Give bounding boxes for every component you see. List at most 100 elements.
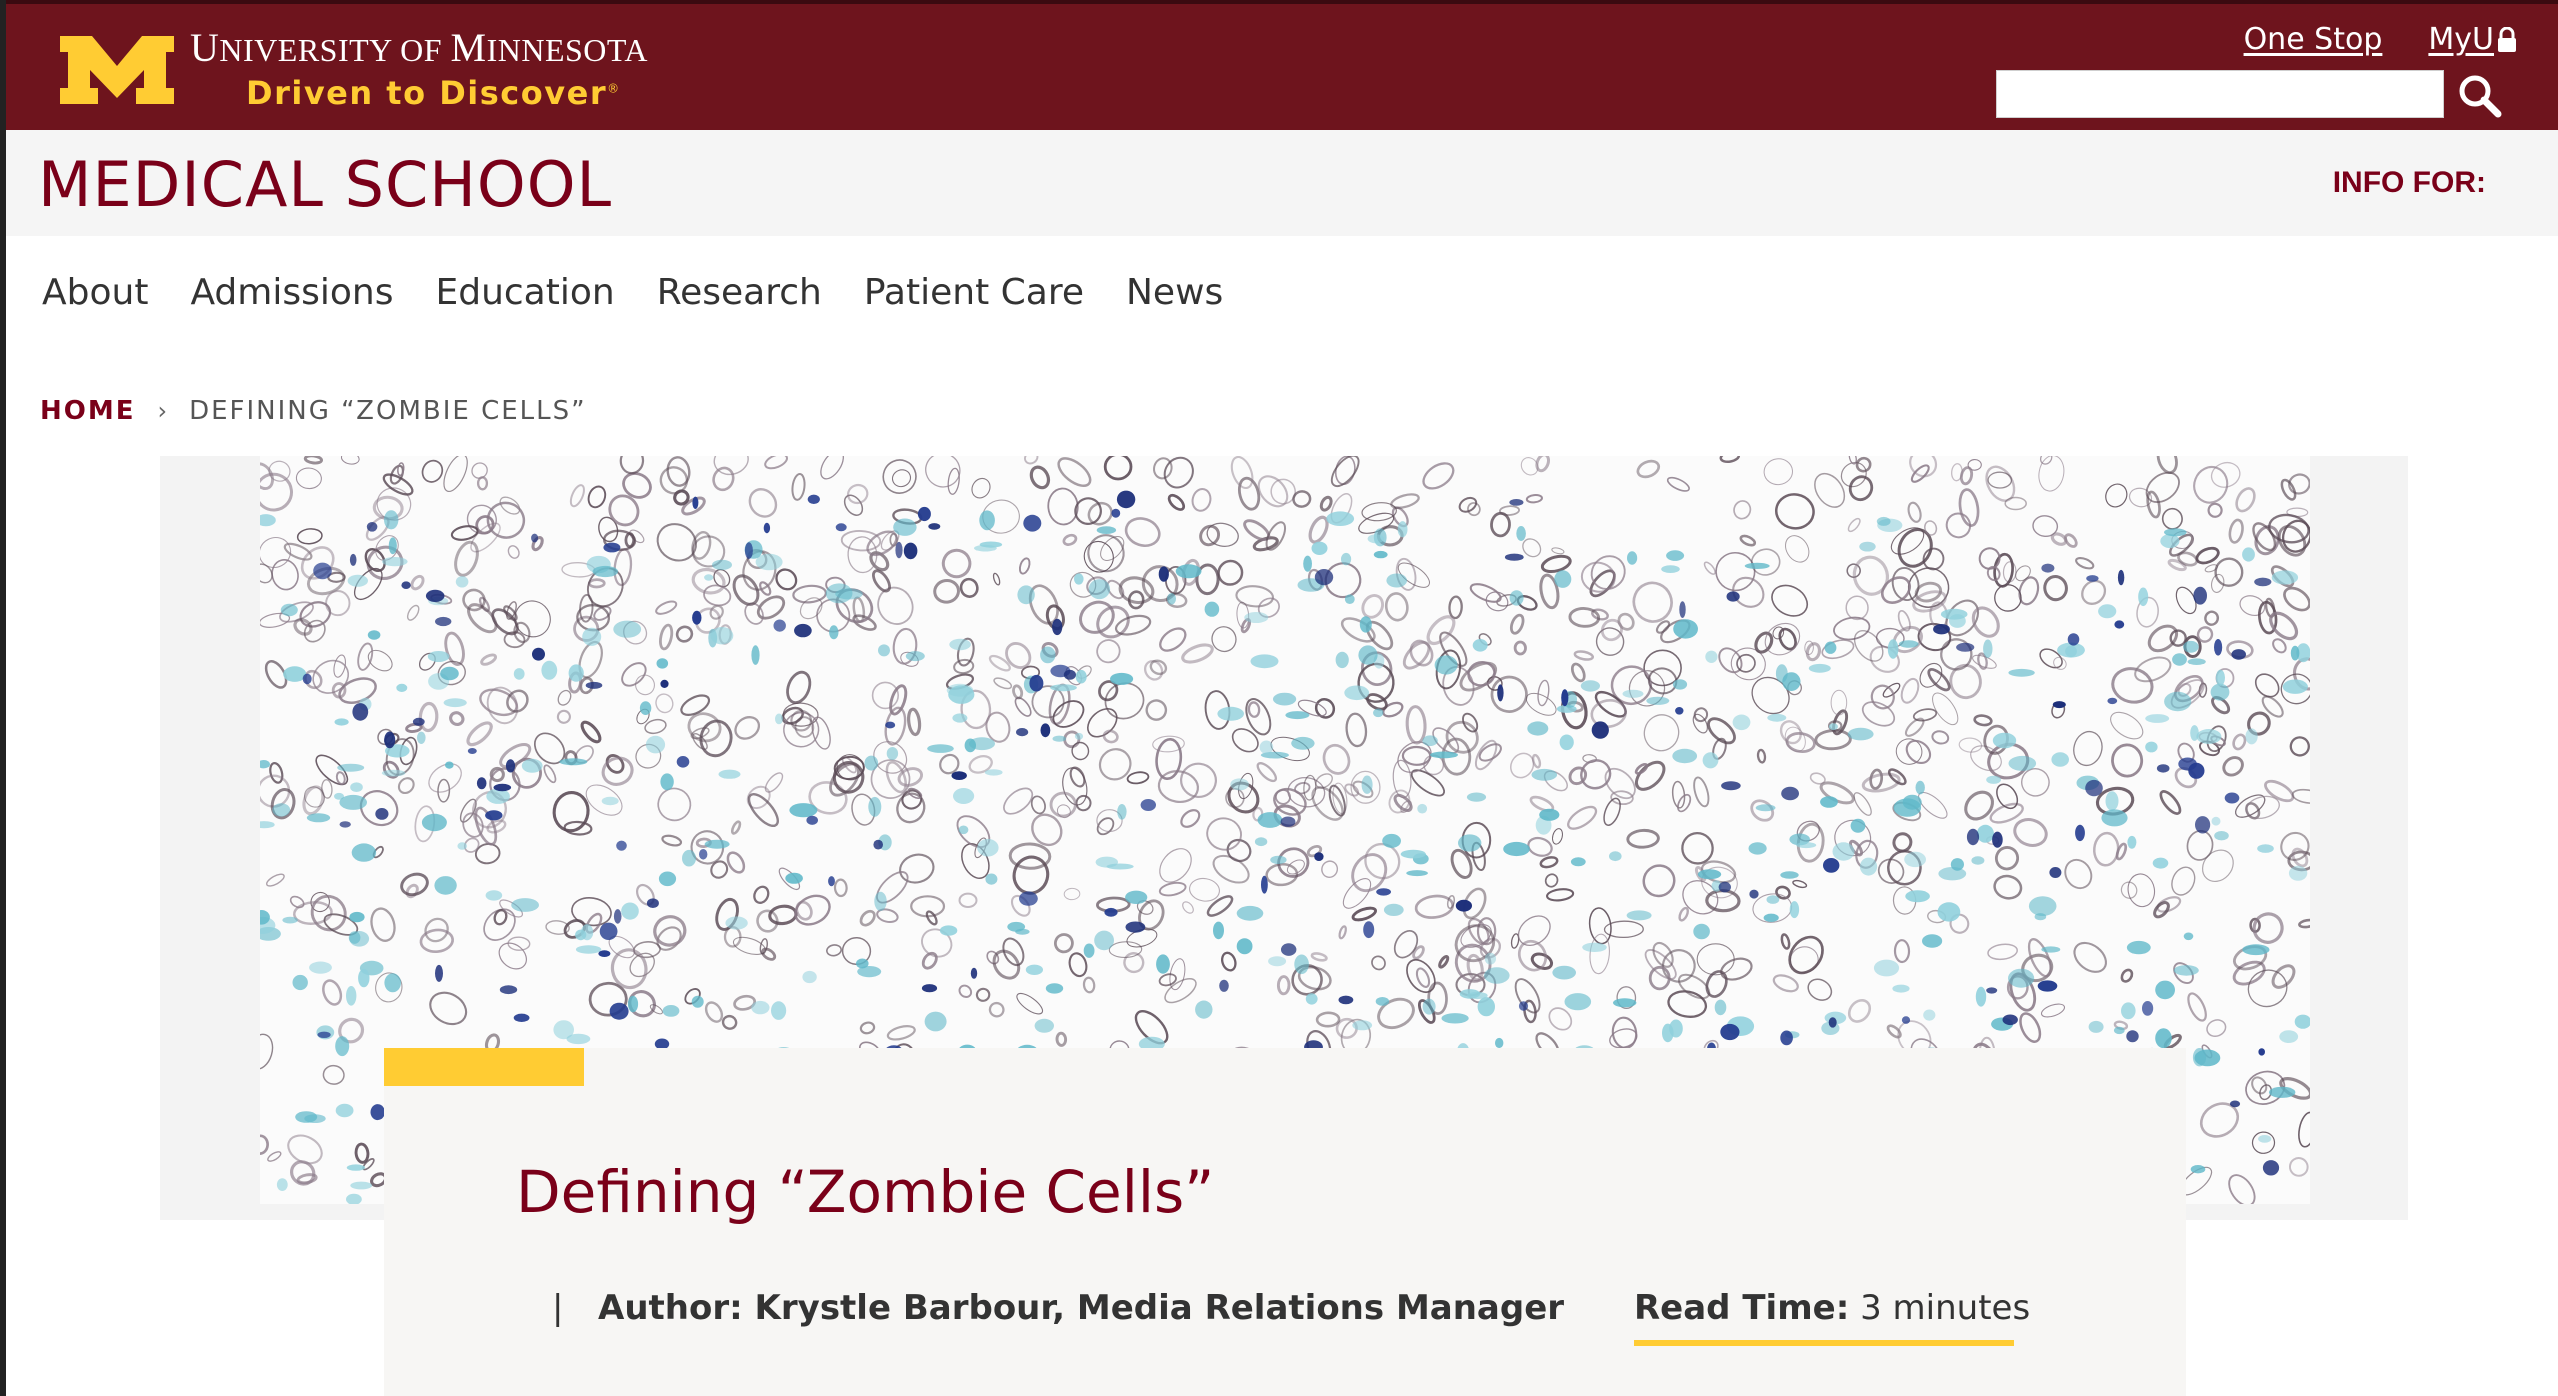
stain-texture (1466, 792, 1487, 802)
tissue-texture (1319, 495, 1333, 512)
tissue-texture (2269, 611, 2299, 641)
myu-link[interactable]: MyU (2428, 22, 2518, 57)
stain-texture (2183, 640, 2199, 653)
stain-texture (1477, 997, 1496, 1017)
stain-texture (382, 557, 408, 567)
stain-texture (1937, 902, 1961, 922)
utility-links: One Stop MyU (2244, 22, 2518, 57)
tissue-texture (1075, 794, 1092, 812)
stain-texture (2188, 762, 2205, 779)
tissue-texture (1330, 456, 1360, 488)
stain-texture (2164, 528, 2187, 537)
tissue-texture (2177, 551, 2199, 567)
tissue-texture (1869, 768, 1884, 790)
tissue-texture (2064, 533, 2078, 548)
tissue-texture (1412, 945, 1425, 960)
tissue-texture (840, 530, 882, 552)
stain-texture (302, 673, 312, 685)
tissue-texture (1535, 456, 1551, 473)
stain-texture (513, 1013, 530, 1022)
stain-texture (1373, 708, 1384, 718)
stain-texture (2052, 701, 2066, 709)
nav-item-education[interactable]: Education (435, 272, 614, 313)
search-icon[interactable] (2456, 72, 2504, 120)
stain-texture (2279, 1030, 2299, 1043)
stain-texture (1455, 899, 1472, 912)
stain-texture (575, 929, 587, 941)
tissue-texture (303, 456, 324, 465)
nav-item-about[interactable]: About (42, 272, 148, 313)
tissue-texture (1230, 456, 1254, 490)
nav-item-news[interactable]: News (1126, 272, 1223, 313)
tissue-texture (1756, 748, 1767, 764)
search-input[interactable] (1996, 70, 2444, 118)
nav-item-research[interactable]: Research (657, 272, 822, 313)
block-m-logo[interactable] (56, 32, 178, 108)
tissue-texture (1361, 502, 1397, 522)
stain-texture (1564, 993, 1592, 1011)
tissue-texture (899, 853, 935, 884)
stain-texture (771, 1001, 787, 1020)
stain-texture (699, 849, 708, 860)
stain-texture (1905, 890, 1930, 903)
stain-texture (1213, 921, 1224, 940)
one-stop-link[interactable]: One Stop (2244, 22, 2383, 57)
stain-texture (1755, 804, 1776, 812)
card-accent-bar (384, 1048, 584, 1086)
stain-texture (1230, 778, 1249, 791)
stain-texture (1986, 987, 1998, 994)
stain-texture (1718, 881, 1732, 893)
tissue-texture (635, 674, 655, 696)
stain-texture (1015, 928, 1030, 935)
stain-texture (712, 559, 732, 570)
tissue-texture (1509, 613, 1525, 635)
tissue-texture (1153, 457, 1173, 480)
breadcrumb-home-link[interactable]: HOME (40, 396, 136, 426)
stain-texture (1244, 612, 1269, 623)
tissue-texture (1351, 906, 1378, 922)
tissue-texture (1525, 692, 1557, 716)
stain-texture (1781, 786, 1799, 801)
stain-texture (1045, 983, 1064, 994)
tissue-texture (1163, 456, 1194, 489)
stain-texture (1074, 573, 1084, 585)
tissue-texture (2159, 790, 2182, 815)
stain-texture (1268, 956, 1287, 967)
stain-texture (1949, 614, 1966, 628)
info-for-menu[interactable]: INFO FOR: (2333, 166, 2486, 200)
unit-title[interactable]: MEDICAL SCHOOL (38, 148, 612, 221)
nav-item-admissions[interactable]: Admissions (190, 272, 393, 313)
tissue-texture (1276, 975, 1291, 996)
stain-texture (1125, 921, 1146, 933)
university-name-initial-2: M (450, 25, 487, 70)
tissue-texture (1047, 487, 1079, 526)
tissue-texture (655, 693, 674, 714)
stain-texture (455, 576, 469, 588)
stain-texture (1466, 991, 1488, 1000)
tissue-texture (267, 1151, 282, 1162)
tissue-texture (1384, 592, 1409, 622)
tissue-texture (988, 654, 1011, 672)
tissue-texture (1870, 684, 1895, 710)
stain-texture (662, 1005, 680, 1017)
university-name[interactable]: UNIVERSITY OF MINNESOTA (190, 24, 648, 71)
stain-texture (691, 995, 704, 1008)
stain-texture (1484, 952, 1496, 965)
stain-texture (486, 788, 510, 804)
stain-texture (2041, 946, 2061, 953)
tissue-texture (2073, 730, 2103, 767)
stain-texture (1666, 550, 1685, 561)
tissue-texture (1406, 958, 1436, 994)
tissue-texture (1361, 594, 1385, 619)
stain-texture (350, 1181, 373, 1190)
tissue-texture (1570, 662, 1586, 683)
tissue-texture (730, 820, 742, 835)
stain-texture (2002, 1014, 2018, 1026)
stain-texture (949, 638, 971, 651)
tissue-texture (1517, 915, 1551, 947)
tissue-texture (1807, 978, 1833, 1001)
stain-texture (905, 651, 925, 662)
stain-texture (1808, 663, 1831, 673)
tissue-texture (1573, 650, 1595, 661)
nav-item-patient-care[interactable]: Patient Care (864, 272, 1084, 313)
